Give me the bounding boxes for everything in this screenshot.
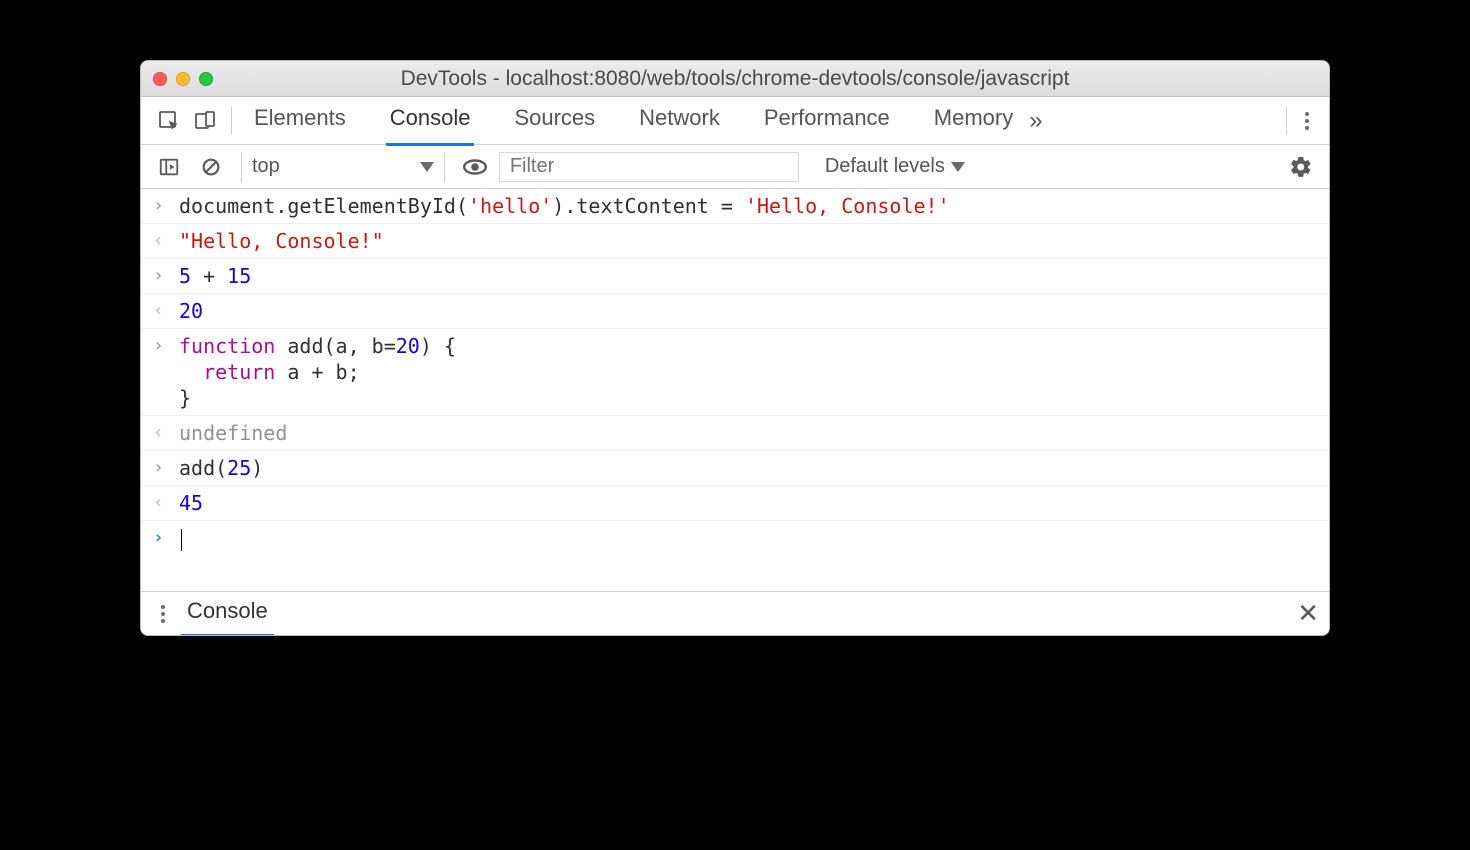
console-input-row: › document.getElementById('hello').textCo… [141, 189, 1329, 224]
clear-console-icon[interactable] [193, 149, 229, 185]
console-input-row: › add(25) [141, 451, 1329, 486]
output-arrow-icon: ‹ [153, 490, 169, 516]
more-tabs-button[interactable]: » [1017, 107, 1054, 135]
console-text: undefined [179, 420, 287, 446]
console-text [179, 525, 182, 551]
live-expression-icon[interactable] [457, 149, 493, 185]
console-text: 5 + 15 [179, 263, 251, 289]
tab-memory[interactable]: Memory [930, 95, 1017, 146]
console-output[interactable]: › document.getElementById('hello').textCo… [141, 189, 1329, 591]
log-levels-label: Default levels [825, 155, 945, 178]
output-arrow-icon: ‹ [153, 228, 169, 254]
input-arrow-icon: › [153, 455, 169, 481]
input-arrow-icon: › [153, 263, 169, 289]
console-prompt-row[interactable]: › [141, 521, 1329, 591]
tab-console[interactable]: Console [386, 95, 475, 146]
customize-devtools-button[interactable] [1295, 112, 1319, 130]
chevron-down-icon [951, 162, 965, 172]
console-text: 45 [179, 490, 203, 516]
close-drawer-icon[interactable]: ✕ [1297, 598, 1319, 629]
devtools-window: DevTools - localhost:8080/web/tools/chro… [140, 60, 1330, 636]
drawer: Console ✕ [141, 591, 1329, 635]
device-toolbar-icon[interactable] [187, 103, 223, 139]
execution-context-selector[interactable]: top [241, 152, 445, 182]
window-title: DevTools - localhost:8080/web/tools/chro… [141, 67, 1329, 91]
console-text: add(25) [179, 455, 263, 481]
console-input-row: › 5 + 15 [141, 259, 1329, 294]
panel-tabs: Elements Console Sources Network Perform… [250, 95, 1017, 146]
console-output-row: ‹ 20 [141, 294, 1329, 329]
prompt-arrow-icon: › [153, 525, 169, 551]
chevron-down-icon [420, 162, 434, 172]
console-output-row: ‹ "Hello, Console!" [141, 224, 1329, 259]
tab-sources[interactable]: Sources [510, 95, 599, 146]
console-text: 20 [179, 298, 203, 324]
toggle-console-sidebar-icon[interactable] [151, 149, 187, 185]
console-input-row: › function add(a, b=20) { return a + b; } [141, 329, 1329, 416]
console-output-row: ‹ 45 [141, 486, 1329, 521]
text-cursor [181, 529, 182, 551]
output-arrow-icon: ‹ [153, 420, 169, 446]
console-text: function add(a, b=20) { return a + b; } [179, 333, 456, 411]
drawer-menu-button[interactable] [151, 605, 175, 623]
main-tabbar: Elements Console Sources Network Perform… [141, 97, 1329, 145]
console-settings-icon[interactable] [1283, 149, 1319, 185]
tab-performance[interactable]: Performance [760, 95, 894, 146]
tab-elements[interactable]: Elements [250, 95, 350, 146]
console-text: "Hello, Console!" [179, 228, 384, 254]
filter-input[interactable] [499, 152, 799, 182]
divider [231, 107, 232, 135]
console-toolbar: top Default levels [141, 145, 1329, 189]
drawer-tab-console[interactable]: Console [181, 590, 274, 636]
inspect-element-icon[interactable] [151, 103, 187, 139]
output-arrow-icon: ‹ [153, 298, 169, 324]
tab-network[interactable]: Network [635, 95, 724, 146]
input-arrow-icon: › [153, 333, 169, 359]
divider [1286, 107, 1287, 135]
log-levels-selector[interactable]: Default levels [825, 155, 965, 178]
console-output-row: ‹ undefined [141, 416, 1329, 451]
execution-context-label: top [252, 155, 280, 178]
titlebar[interactable]: DevTools - localhost:8080/web/tools/chro… [141, 61, 1329, 97]
input-arrow-icon: › [153, 193, 169, 219]
console-text: document.getElementById('hello').textCon… [179, 193, 950, 219]
